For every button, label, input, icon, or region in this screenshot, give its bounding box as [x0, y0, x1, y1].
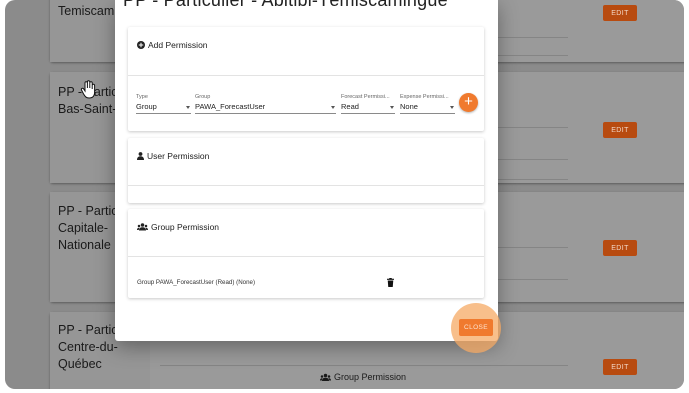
- group-permission-heading: Group Permission: [137, 222, 219, 232]
- edit-button[interactable]: EDIT: [603, 122, 637, 138]
- edit-button[interactable]: EDIT: [603, 240, 637, 256]
- forecast-permission-select[interactable]: Forecast Permissi... Read: [341, 94, 395, 114]
- background-group-permission: Group Permission: [320, 372, 406, 382]
- users-icon: [320, 373, 331, 381]
- trash-icon[interactable]: [387, 278, 394, 287]
- dialog-title: PP - Particulier - Abitibi-Témiscamingue: [123, 0, 448, 10]
- users-icon: [137, 223, 148, 231]
- plus-circle-icon: [137, 41, 145, 49]
- type-select[interactable]: Type Group: [136, 94, 191, 114]
- group-select[interactable]: Group PAWA_ForecastUser: [195, 94, 336, 114]
- add-permission-heading: Add Permission: [137, 40, 208, 50]
- add-permission-card: Add Permission: [128, 27, 484, 131]
- user-permission-card: User Permission: [128, 138, 484, 203]
- group-permission-row: Group PAWA_ForecastUser (Read) (None): [137, 279, 256, 286]
- expense-permission-select[interactable]: Expense Permissi... None: [400, 94, 455, 114]
- chevron-down-icon: [186, 106, 190, 109]
- chevron-down-icon: [390, 106, 394, 109]
- user-permission-heading: User Permission: [137, 151, 209, 161]
- chevron-down-icon: [450, 106, 454, 109]
- group-permission-card: Group Permission Group PAWA_ForecastUser…: [128, 209, 484, 298]
- permissions-dialog: PP - Particulier - Abitibi-Témiscamingue…: [115, 0, 498, 341]
- edit-button[interactable]: EDIT: [603, 359, 637, 375]
- close-button[interactable]: CLOSE: [459, 319, 493, 336]
- chevron-down-icon: [331, 106, 335, 109]
- user-icon: [137, 152, 144, 160]
- hand-cursor-icon: [80, 80, 96, 99]
- add-permission-button[interactable]: +: [459, 93, 478, 112]
- edit-button[interactable]: EDIT: [603, 5, 637, 21]
